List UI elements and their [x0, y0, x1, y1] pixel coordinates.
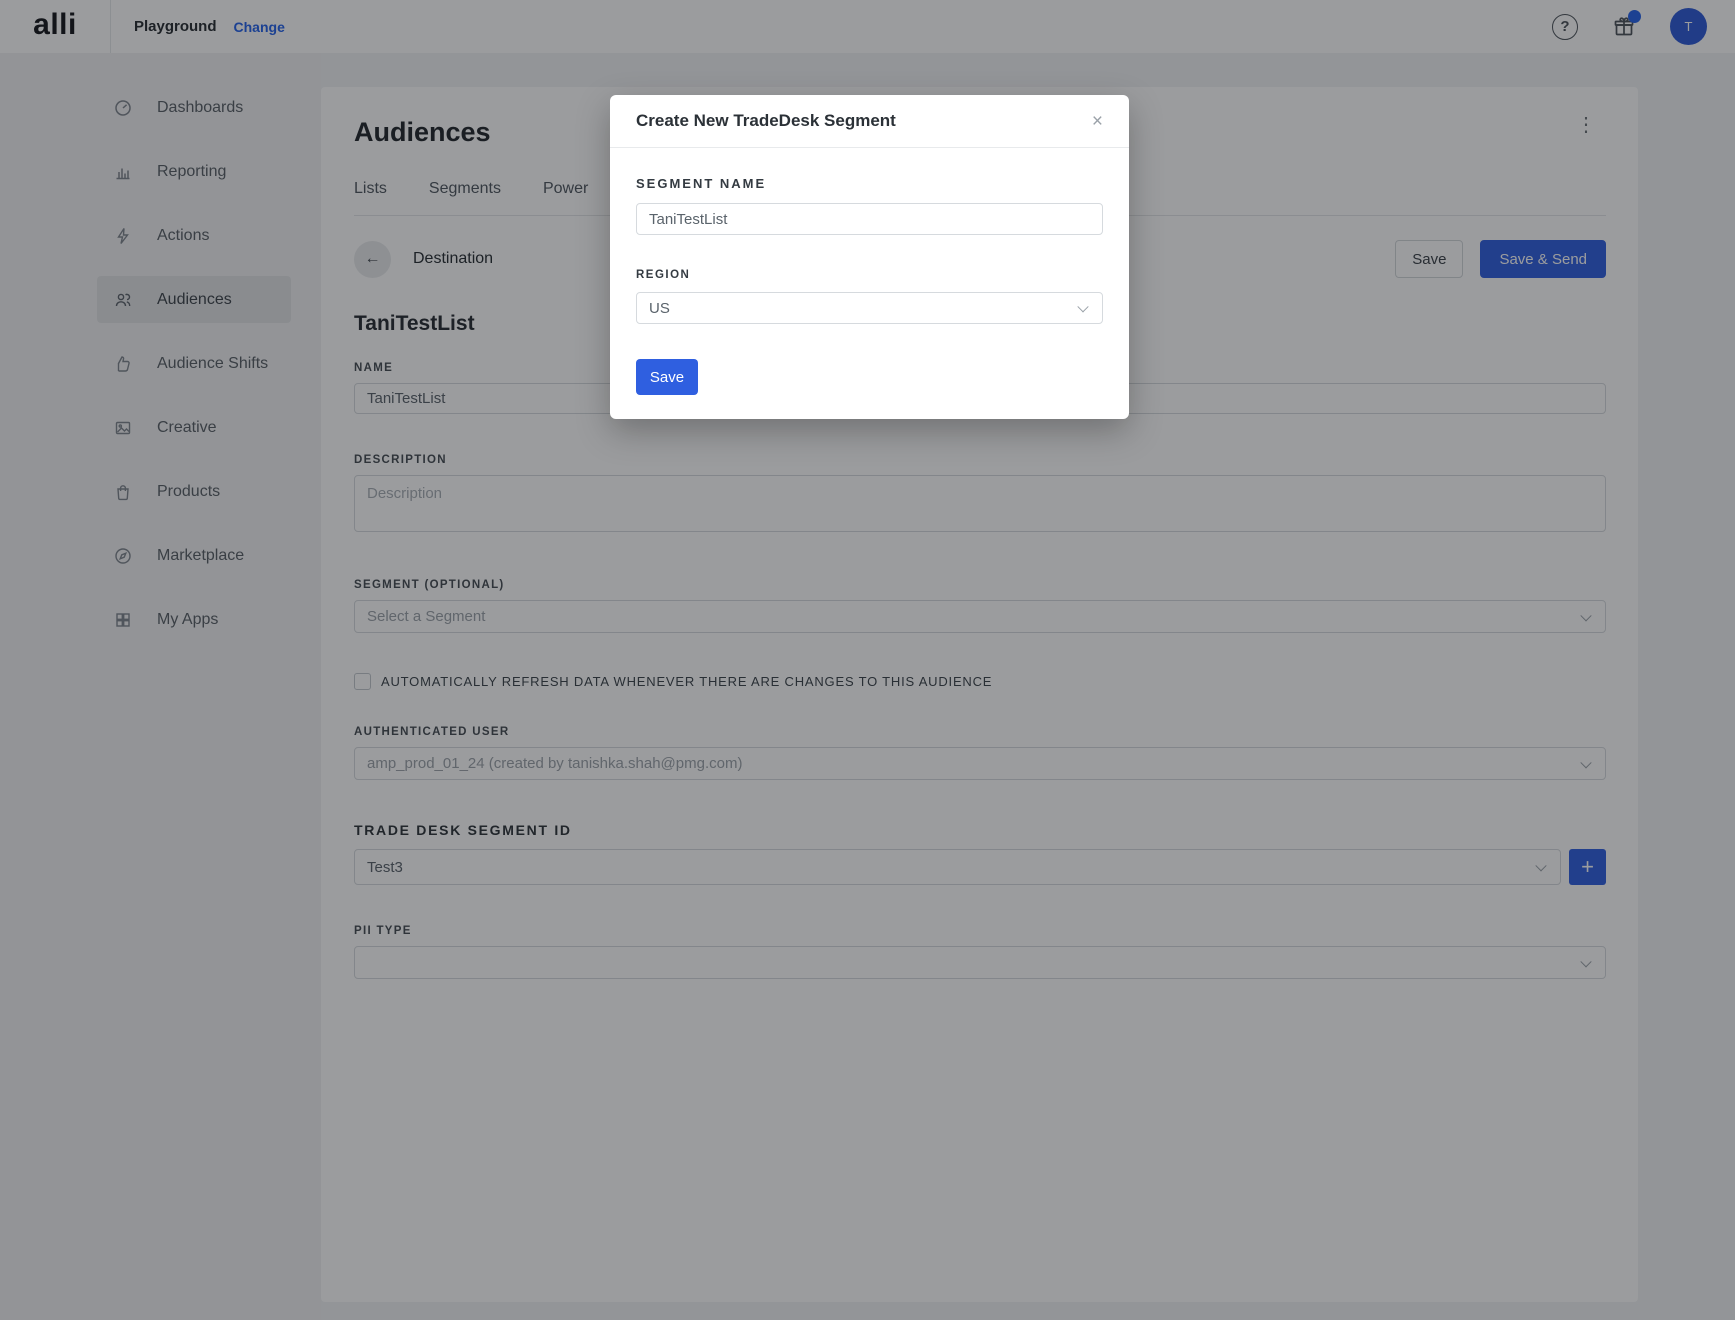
- modal-save-button[interactable]: Save: [636, 359, 698, 395]
- close-icon[interactable]: ×: [1092, 112, 1103, 131]
- segment-name-label: SEGMENT NAME: [636, 176, 1103, 191]
- segment-name-input[interactable]: [636, 203, 1103, 235]
- modal-header: Create New TradeDesk Segment ×: [610, 95, 1129, 148]
- region-label: REGION: [636, 269, 1103, 281]
- modal-body: SEGMENT NAME REGION US Save: [610, 148, 1129, 419]
- create-tradedesk-segment-modal: Create New TradeDesk Segment × SEGMENT N…: [610, 95, 1129, 419]
- modal-title: Create New TradeDesk Segment: [636, 111, 896, 131]
- chevron-down-icon: [1077, 301, 1088, 312]
- region-select[interactable]: US: [636, 292, 1103, 324]
